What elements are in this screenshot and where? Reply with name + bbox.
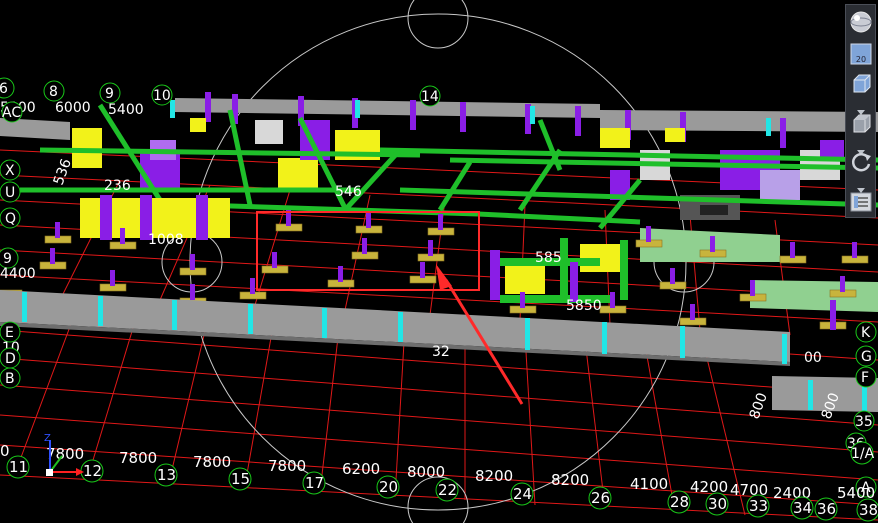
- bottom-bubble-24: 24: [513, 485, 532, 503]
- bottom-bubble-20: 20: [379, 478, 398, 496]
- orbit-circle[interactable]: [161, 0, 715, 523]
- rotate-orbit-icon[interactable]: [848, 149, 874, 175]
- bottom-bubble-34: 34: [793, 499, 812, 517]
- model-label-3: 546: [335, 184, 362, 200]
- bottom-bubble-26: 26: [591, 489, 610, 507]
- bottom-dim-9: 4100: [630, 475, 668, 493]
- bottom-bubble-36: 36: [817, 500, 836, 518]
- left-axis-bubble-e: E: [5, 325, 14, 341]
- bottom-dim-6: 8000: [407, 463, 445, 481]
- left-axis-bubble-b: B: [5, 371, 15, 387]
- bottom-dim-2: 7800: [119, 449, 157, 467]
- top-axis-bubble-8: 8: [49, 84, 58, 100]
- model-label-6: 585: [535, 250, 562, 266]
- bottom-bubble-12: 12: [83, 462, 102, 480]
- view-solid-box-icon[interactable]: [848, 111, 874, 137]
- chevron-down-icon[interactable]: [856, 141, 866, 155]
- bottom-dim-3: 7800: [193, 453, 231, 471]
- right-axis-bubble-k: K: [861, 325, 871, 341]
- top-axis-dim-2: 5400: [108, 102, 144, 118]
- svg-text:Z: Z: [44, 433, 51, 444]
- bottom-bubble-11: 11: [9, 458, 28, 476]
- bottom-bubble-22: 22: [438, 481, 457, 499]
- model-label-2: 236: [104, 178, 131, 194]
- bottom-dim-4: 7800: [268, 457, 306, 475]
- bottom-bubble-15: 15: [231, 470, 250, 488]
- bottom-bubble-28: 28: [670, 493, 689, 511]
- bottom-dim-10: 4200: [690, 478, 728, 496]
- top-axis-bubble-6: 6: [0, 81, 8, 97]
- chevron-down-icon[interactable]: [856, 101, 866, 115]
- bottom-dim-7: 8200: [475, 467, 513, 485]
- left-axis-bubble-d: D: [5, 351, 16, 367]
- top-axis-bubble-9: 9: [105, 86, 114, 102]
- chevron-down-icon[interactable]: [856, 179, 866, 193]
- bottom-bubble-30: 30: [708, 495, 727, 513]
- left-axis-bubble-9: 9: [3, 251, 12, 267]
- left-axis: AC X U Q 9 4400 E 10 D B: [0, 101, 36, 389]
- left-axis-dim-4400: 4400: [0, 266, 36, 282]
- 3d-model-viewport[interactable]: 536 236 546 1008 5850 585 800 32 5300 60…: [0, 0, 878, 523]
- view-3d-box-icon[interactable]: [848, 71, 874, 97]
- bottom-dim-5: 6200: [342, 460, 380, 478]
- rb-bubble-1a: 1/A: [851, 446, 875, 462]
- right-axis-dim-00: 00: [804, 350, 822, 366]
- model-label-8: 32: [432, 344, 450, 360]
- right-axis-bubble-g: G: [861, 349, 872, 365]
- view-settings-icon[interactable]: [848, 189, 874, 215]
- zoom-value: 20: [855, 55, 867, 64]
- left-axis-bubble-x: X: [5, 163, 15, 179]
- view-2d-icon[interactable]: 20: [848, 41, 874, 67]
- bottom-bubble-33: 33: [749, 497, 768, 515]
- bottom-bubble-38: 38: [859, 501, 878, 519]
- model-label-5: 5850: [566, 298, 602, 314]
- rb-bubble-35: 35: [855, 414, 873, 430]
- navigation-sphere-icon[interactable]: [848, 9, 874, 35]
- left-axis-bubble-q: Q: [5, 211, 16, 227]
- top-axis-dim-1: 6000: [55, 100, 91, 116]
- right-axis-bubble-f: F: [861, 370, 869, 386]
- bottom-bubble-13: 13: [157, 466, 176, 484]
- left-axis-bubble-u: U: [5, 185, 15, 201]
- model-label-1: 536: [51, 157, 75, 188]
- bottom-dim-1: 7800: [46, 445, 84, 463]
- model-label-4: 1008: [148, 232, 184, 248]
- view-toolbar: 20: [845, 4, 876, 218]
- top-axis-bubble-14: 14: [421, 89, 439, 105]
- top-axis-bubble-10: 10: [153, 88, 171, 104]
- bottom-bubble-17: 17: [305, 474, 324, 492]
- left-axis-bubble-ac: AC: [2, 105, 21, 121]
- bottom-dim-8: 8200: [551, 471, 589, 489]
